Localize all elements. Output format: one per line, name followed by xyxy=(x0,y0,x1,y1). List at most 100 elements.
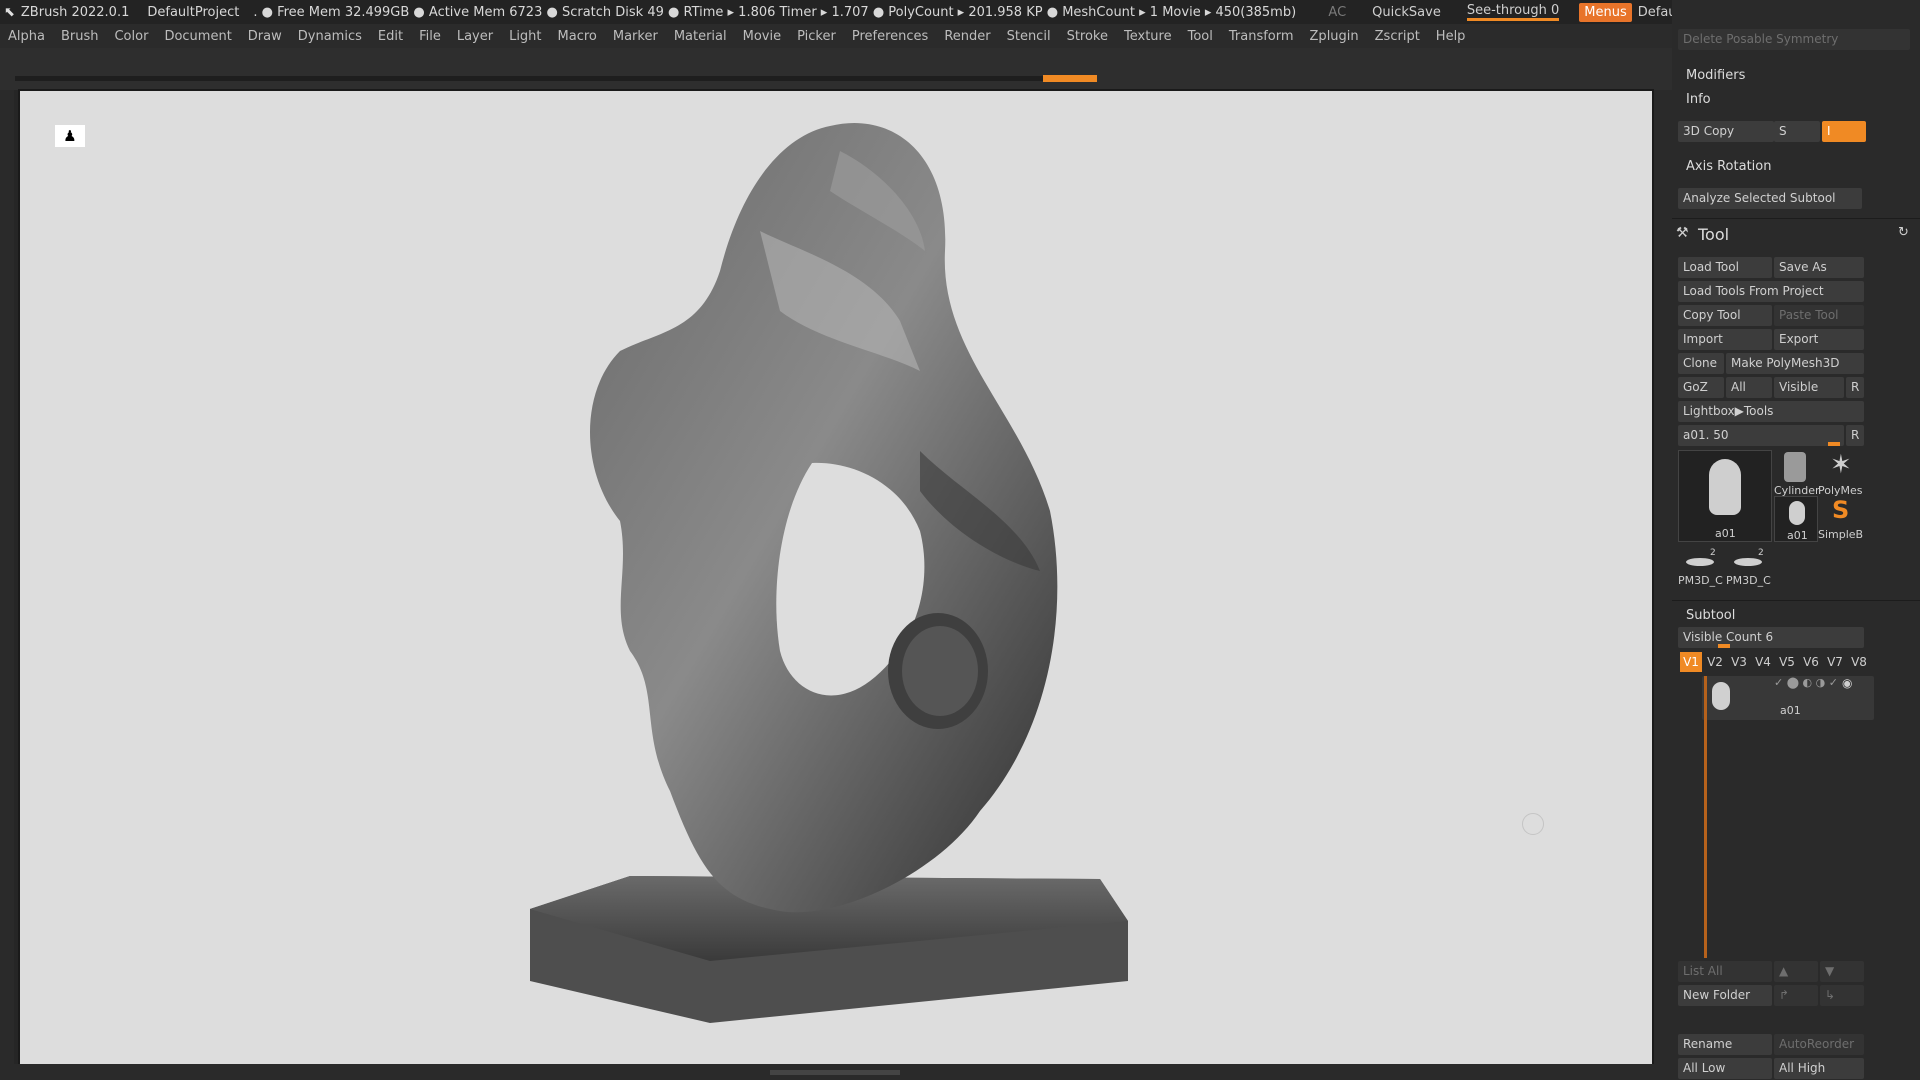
folder-down-button[interactable]: ↳ xyxy=(1820,985,1864,1006)
menu-brush[interactable]: Brush xyxy=(53,29,107,44)
sculpture-model[interactable] xyxy=(20,91,1652,1064)
visible-count-thumb[interactable] xyxy=(1718,644,1730,648)
rotate-gizmo-icon[interactable] xyxy=(1522,813,1544,835)
goz-all-button[interactable]: All xyxy=(1726,377,1772,398)
tool-thumb-a01-large[interactable]: a01 xyxy=(1678,450,1772,542)
menu-movie[interactable]: Movie xyxy=(735,29,789,44)
menu-texture[interactable]: Texture xyxy=(1116,29,1180,44)
analyze-subtool-button[interactable]: Analyze Selected Subtool xyxy=(1678,188,1862,209)
modifiers-section[interactable]: Modifiers xyxy=(1686,68,1745,83)
menu-document[interactable]: Document xyxy=(156,29,239,44)
all-low-button[interactable]: All Low xyxy=(1678,1058,1772,1079)
new-folder-button[interactable]: New Folder xyxy=(1678,985,1772,1006)
v6-button[interactable]: V6 xyxy=(1800,652,1822,672)
menu-tool[interactable]: Tool xyxy=(1180,29,1221,44)
menu-color[interactable]: Color xyxy=(106,29,156,44)
move-down-button[interactable]: ▼ xyxy=(1820,961,1864,982)
goz-r-button[interactable]: R xyxy=(1846,377,1864,398)
v4-button[interactable]: V4 xyxy=(1752,652,1774,672)
menu-help[interactable]: Help xyxy=(1428,29,1474,44)
tool-title[interactable]: Tool xyxy=(1698,225,1729,244)
visible-count-slider[interactable]: Visible Count 6 xyxy=(1678,627,1864,648)
save-as-button[interactable]: Save As xyxy=(1774,257,1864,278)
menu-alpha[interactable]: Alpha xyxy=(0,29,53,44)
tool-slider-thumb[interactable] xyxy=(1828,442,1840,446)
tool-thumb-pm3d-2[interactable]: 2 PM3D_C xyxy=(1726,548,1772,592)
bottom-tray-handle[interactable] xyxy=(770,1070,900,1075)
ac-label[interactable]: AC xyxy=(1328,5,1346,20)
reset-icon[interactable]: ↻ xyxy=(1898,225,1909,240)
project-name[interactable]: DefaultProject xyxy=(147,5,239,20)
menu-picker[interactable]: Picker xyxy=(789,29,844,44)
copy-tool-button[interactable]: Copy Tool xyxy=(1678,305,1772,326)
menus-button[interactable]: Menus xyxy=(1579,2,1632,22)
make-polymesh-button[interactable]: Make PolyMesh3D xyxy=(1726,353,1864,374)
menu-layer[interactable]: Layer xyxy=(449,29,501,44)
axis-rotation-section[interactable]: Axis Rotation xyxy=(1686,159,1771,174)
canvas-viewport[interactable]: ♟ xyxy=(18,89,1654,1066)
menu-preferences[interactable]: Preferences xyxy=(844,29,936,44)
clone-button[interactable]: Clone xyxy=(1678,353,1724,374)
v2-button[interactable]: V2 xyxy=(1704,652,1726,672)
load-tool-button[interactable]: Load Tool xyxy=(1678,257,1772,278)
lightbox-tools-button[interactable]: Lightbox▶Tools xyxy=(1678,401,1864,422)
v5-button[interactable]: V5 xyxy=(1776,652,1798,672)
menu-render[interactable]: Render xyxy=(936,29,998,44)
v7-button[interactable]: V7 xyxy=(1824,652,1846,672)
tool-thumb-pm3d-1[interactable]: 2 PM3D_C xyxy=(1678,548,1724,592)
menu-light[interactable]: Light xyxy=(501,29,549,44)
timeline-track[interactable] xyxy=(15,76,1097,81)
load-tools-from-project-button[interactable]: Load Tools From Project xyxy=(1678,281,1864,302)
menu-stencil[interactable]: Stencil xyxy=(999,29,1059,44)
tool-r-button[interactable]: R xyxy=(1846,425,1864,446)
menu-zplugin[interactable]: Zplugin xyxy=(1302,29,1367,44)
a01-thumb-icon xyxy=(1709,459,1741,515)
tool-thumb-simpleb[interactable]: S SimpleB xyxy=(1818,496,1864,542)
eye-icon[interactable]: ◉ xyxy=(1842,676,1852,690)
left-tray[interactable] xyxy=(0,90,14,1065)
v1-button[interactable]: V1 xyxy=(1680,652,1702,672)
menu-file[interactable]: File xyxy=(411,29,449,44)
subtool-toggles[interactable]: ✓ ⬤ ◐ ◑ ✓ xyxy=(1774,676,1838,689)
s-slider[interactable]: S xyxy=(1774,121,1820,142)
menu-dynamics[interactable]: Dynamics xyxy=(290,29,370,44)
folder-up-button[interactable]: ↱ xyxy=(1774,985,1818,1006)
autoreorder-button[interactable]: AutoReorder xyxy=(1774,1034,1864,1055)
menu-macro[interactable]: Macro xyxy=(550,29,605,44)
menu-zscript[interactable]: Zscript xyxy=(1367,29,1428,44)
i-input[interactable]: I xyxy=(1822,121,1866,142)
tool-thumb-polymesh[interactable]: ✶ PolyMes xyxy=(1818,450,1864,497)
quicksave-button[interactable]: QuickSave xyxy=(1372,5,1441,20)
info-section[interactable]: Info xyxy=(1686,92,1711,107)
goz-visible-button[interactable]: Visible xyxy=(1774,377,1844,398)
rename-button[interactable]: Rename xyxy=(1678,1034,1772,1055)
goz-button[interactable]: GoZ xyxy=(1678,377,1724,398)
a01-small-icon xyxy=(1789,501,1805,525)
subtool-section[interactable]: Subtool xyxy=(1686,608,1735,623)
menu-stroke[interactable]: Stroke xyxy=(1059,29,1116,44)
menu-marker[interactable]: Marker xyxy=(605,29,666,44)
seethrough-slider[interactable]: See-through 0 xyxy=(1466,3,1560,21)
v3-button[interactable]: V3 xyxy=(1728,652,1750,672)
tool-slider[interactable]: a01. 50 xyxy=(1678,425,1844,446)
subtool-list-item[interactable]: ◉ ✓ ⬤ ◐ ◑ ✓ a01 xyxy=(1702,676,1874,720)
menu-draw[interactable]: Draw xyxy=(240,29,290,44)
subtool-scrollbar[interactable] xyxy=(1704,676,1707,958)
right-tray[interactable] xyxy=(1652,90,1672,1065)
menu-edit[interactable]: Edit xyxy=(370,29,411,44)
list-all-button[interactable]: List All xyxy=(1678,961,1772,982)
delete-posable-symmetry-button[interactable]: Delete Posable Symmetry xyxy=(1678,29,1910,50)
all-high-button[interactable]: All High xyxy=(1774,1058,1864,1079)
import-button[interactable]: Import xyxy=(1678,329,1772,350)
paste-tool-button[interactable]: Paste Tool xyxy=(1774,305,1864,326)
tool-thumb-a01-small[interactable]: a01 xyxy=(1774,496,1818,542)
menu-material[interactable]: Material xyxy=(666,29,735,44)
timeline-marker[interactable] xyxy=(1043,75,1097,82)
v8-button[interactable]: V8 xyxy=(1848,652,1870,672)
tool-thumb-cylinder[interactable]: Cylinder xyxy=(1774,450,1820,497)
copy-3d-button[interactable]: 3D Copy xyxy=(1678,121,1774,142)
export-button[interactable]: Export xyxy=(1774,329,1864,350)
thumb-label: a01 xyxy=(1787,529,1808,542)
move-up-button[interactable]: ▲ xyxy=(1774,961,1818,982)
menu-transform[interactable]: Transform xyxy=(1221,29,1302,44)
